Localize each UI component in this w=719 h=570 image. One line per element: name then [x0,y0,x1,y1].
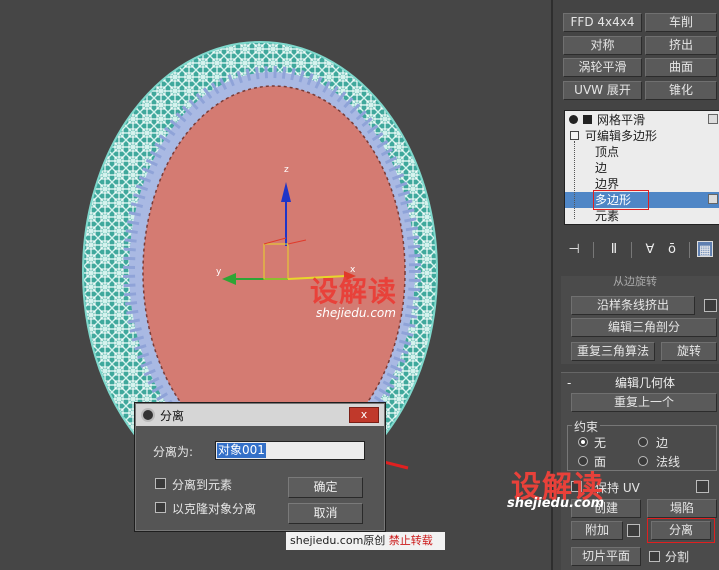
detach-to-element-checkbox[interactable] [155,478,166,489]
edit-geometry-title[interactable]: 编辑几何体 [615,375,675,391]
axis-label-y: y [216,267,222,277]
configure-sets-icon[interactable]: ▦ [697,241,713,258]
constraint-edge-label: 边 [656,436,669,450]
credit-original: 原创 [363,534,386,547]
pin-stack-icon[interactable]: ⊣ [565,241,583,259]
app-logo-icon [141,408,155,422]
constraints-label: 约束 [572,418,601,435]
constraint-normal-radio[interactable] [638,456,648,466]
attach-settings-icon[interactable] [627,524,640,537]
modifier-symmetry-button[interactable]: 对称 [563,36,642,55]
stack-item-element[interactable]: 元素 [565,208,719,224]
ok-button[interactable]: 确定 [288,477,363,498]
polygon-highlight-box [593,190,649,210]
collapse-minus-icon[interactable] [570,131,579,140]
stack-toggle-icon[interactable] [708,194,718,204]
detach-as-clone-label: 以克隆对象分离 [172,502,257,516]
hinge-from-edge-label: 从边旋转 [613,275,657,288]
stack-tree-line [574,141,575,219]
detach-name-selected-text: 对象001 [217,443,266,458]
stack-item-editable-poly[interactable]: 可编辑多边形 [565,128,719,144]
constraint-none-label: 无 [594,436,607,450]
stack-toolbar: ⊣ Ⅱ ∀ ō ▦ [559,238,719,262]
stack-item-vertex[interactable]: 顶点 [565,144,719,160]
remove-modifier-icon[interactable]: ō [663,241,681,259]
detach-dialog: 分离 x 分离为: 对象001 分离到元素 以克隆对象分离 确定 取消 [134,402,386,532]
command-panel: FFD 4x4x4 车削 对称 挤出 涡轮平滑 曲面 UVW 展开 锥化 网格平… [507,0,719,570]
edit-triangulation-button[interactable]: 编辑三角剖分 [571,318,717,337]
modifier-surface-button[interactable]: 曲面 [645,58,717,77]
extrude-along-spline-button[interactable]: 沿样条线挤出 [571,296,695,315]
modifier-uvw-unwrap-button[interactable]: UVW 展开 [563,81,642,100]
modifier-ffd-button[interactable]: FFD 4x4x4 [563,13,642,32]
watermark-brand: 设解读 [310,275,398,308]
credit-strip: shejiedu.com原创 禁止转载 [286,532,445,550]
split-checkbox[interactable] [649,551,660,562]
make-unique-icon[interactable]: ∀ [641,241,659,259]
expand-plus-icon[interactable] [583,115,592,124]
turn-button[interactable]: 旋转 [661,342,717,361]
stack-item-meshsmooth[interactable]: 网格平滑 [565,112,719,128]
collapse-button[interactable]: 塌陷 [647,499,717,518]
constraint-edge-radio[interactable] [638,437,648,447]
lightbulb-icon[interactable] [569,115,578,124]
cancel-button[interactable]: 取消 [288,503,363,524]
credit-site: shejiedu.com [290,534,364,547]
watermark-domain: shejiedu.com [316,306,396,320]
show-end-result-icon[interactable]: Ⅱ [605,241,623,259]
retriangulate-button[interactable]: 重复三角算法 [571,342,655,361]
constraint-none-radio[interactable] [578,437,588,447]
extrude-along-spline-settings-icon[interactable] [704,299,717,312]
detach-highlight-box [647,518,715,543]
dialog-title: 分离 [160,409,185,423]
modifier-turbosmooth-button[interactable]: 涡轮平滑 [563,58,642,77]
detach-as-clone-checkbox[interactable] [155,502,166,513]
constraint-normal-label: 法线 [656,455,681,469]
slice-plane-button[interactable]: 切片平面 [571,547,641,566]
preserve-uv-settings-icon[interactable] [696,480,709,493]
dialog-title-bar[interactable]: 分离 x [136,404,384,426]
split-label: 分割 [665,550,690,564]
modifier-lathe-button[interactable]: 车削 [645,13,717,32]
modifier-taper-button[interactable]: 锥化 [645,81,717,100]
edit-polygons-rollout: 从边旋转 沿样条线挤出 编辑三角剖分 重复三角算法 旋转 [561,275,719,364]
axis-label-z: z [284,165,289,175]
detach-as-label: 分离为: [153,445,194,459]
detach-to-element-label: 分离到元素 [172,478,233,492]
stack-item-edge[interactable]: 边 [565,160,719,176]
close-icon[interactable]: x [349,407,379,423]
rollout-collapse-icon[interactable]: - [567,375,571,391]
credit-forbid: 禁止转载 [388,534,433,547]
modifier-extrude-button[interactable]: 挤出 [645,36,717,55]
attach-button[interactable]: 附加 [571,521,623,540]
watermark-domain-panel: shejiedu.com [507,496,605,511]
stack-toggle-icon[interactable] [708,114,718,124]
repeat-last-button[interactable]: 重复上一个 [571,393,717,412]
